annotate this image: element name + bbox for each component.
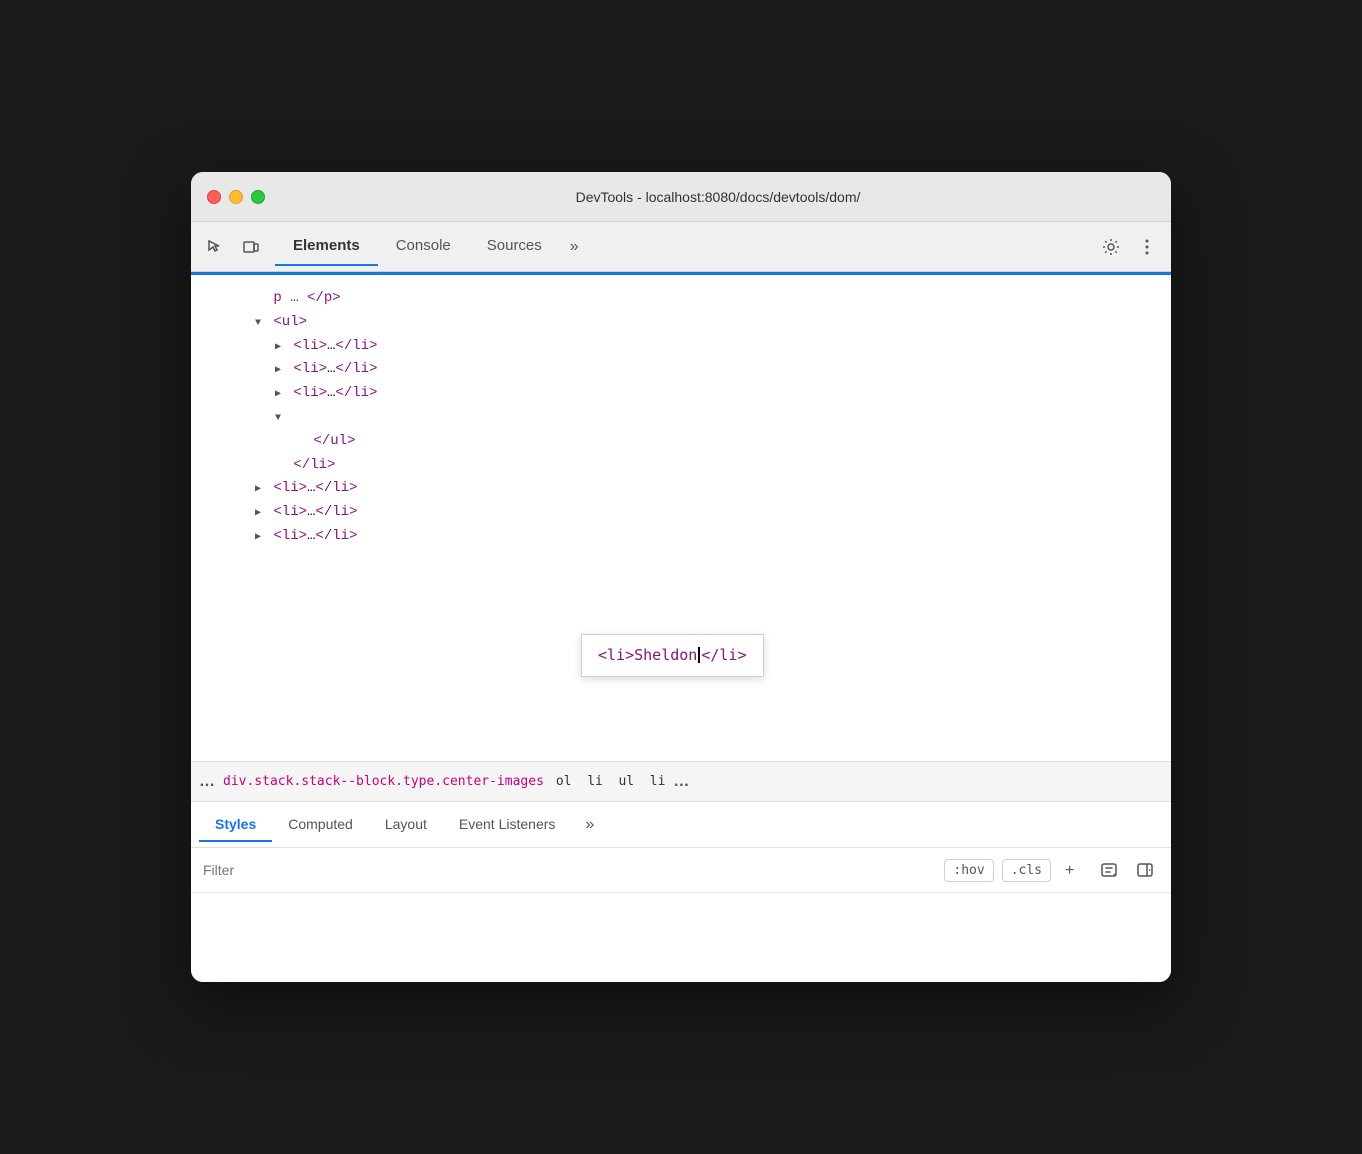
cls-button[interactable]: .cls	[1002, 859, 1051, 882]
dom-line-li-1[interactable]: ▶ <li>…</li>	[191, 335, 1171, 359]
devtools-toolbar: Elements Console Sources »	[191, 222, 1171, 272]
breadcrumb-sep-3	[609, 774, 613, 789]
breadcrumb-bar: … div.stack.stack--block.type.center-ima…	[191, 762, 1171, 802]
expand-triangle[interactable]: ▶	[271, 362, 285, 379]
hov-button[interactable]: :hov	[944, 859, 993, 882]
close-button[interactable]	[207, 190, 221, 204]
toolbar-icons	[199, 231, 267, 263]
dom-line-li-5[interactable]: ▶ <li>…</li>	[191, 477, 1171, 501]
device-icon[interactable]	[235, 231, 267, 263]
devtools-window: DevTools - localhost:8080/docs/devtools/…	[191, 172, 1171, 982]
dom-line-close-ul: </ul>	[191, 430, 1171, 454]
styles-more-tabs[interactable]: »	[575, 808, 604, 842]
expand-triangle[interactable]: ▶	[251, 481, 265, 498]
breadcrumb-dots[interactable]: …	[199, 773, 215, 791]
tab-computed[interactable]: Computed	[272, 808, 369, 842]
toggle-sidebar-button[interactable]	[1131, 856, 1159, 884]
dom-line-li-3[interactable]: ▶ <li>…</li>	[191, 382, 1171, 406]
toolbar-right	[1095, 231, 1163, 263]
tab-event-listeners[interactable]: Event Listeners	[443, 808, 572, 842]
settings-icon[interactable]	[1095, 231, 1127, 263]
breadcrumb-ul[interactable]: ul	[618, 774, 634, 789]
tab-styles[interactable]: Styles	[199, 808, 272, 842]
inline-editor[interactable]: <li>Sheldon</li>	[581, 634, 764, 678]
expand-triangle[interactable]: ▶	[251, 529, 265, 546]
styles-tabs: Styles Computed Layout Event Listeners »	[191, 802, 1171, 848]
filter-bar: :hov .cls +	[191, 848, 1171, 893]
breadcrumb-li[interactable]: li	[587, 774, 603, 789]
dom-line-p[interactable]: p … </p>	[191, 287, 1171, 311]
dom-line-ul[interactable]: ▼ <ul>	[191, 311, 1171, 335]
dom-line-li-2[interactable]: ▶ <li>…</li>	[191, 358, 1171, 382]
window-title: DevTools - localhost:8080/docs/devtools/…	[281, 189, 1155, 205]
expand-triangle[interactable]: ▶	[271, 339, 285, 356]
dom-line-li-7[interactable]: ▶ <li>…</li>	[191, 525, 1171, 549]
tab-sources[interactable]: Sources	[469, 227, 560, 266]
breadcrumb-more[interactable]: …	[673, 773, 689, 791]
expand-triangle[interactable]: ▶	[271, 386, 285, 403]
breadcrumb-li-2[interactable]: li	[650, 774, 666, 789]
add-style-button[interactable]: +	[1059, 856, 1087, 884]
expand-triangle[interactable]: ▶	[251, 505, 265, 522]
more-options-icon[interactable]	[1131, 231, 1163, 263]
breadcrumb-sep-4	[640, 774, 644, 789]
dom-tree: p … </p> ▼ <ul> ▶ <li>…</li> ▶ <li>…</li…	[191, 272, 1171, 762]
expand-triangle-active[interactable]: ▼	[271, 410, 285, 427]
title-bar: DevTools - localhost:8080/docs/devtools/…	[191, 172, 1171, 222]
new-style-rule-button[interactable]	[1095, 856, 1123, 884]
maximize-button[interactable]	[251, 190, 265, 204]
minimize-button[interactable]	[229, 190, 243, 204]
dom-line-li-4-active[interactable]: ▼ <li>Sheldon</li>	[191, 406, 1171, 430]
tab-console[interactable]: Console	[378, 227, 469, 266]
breadcrumb-sep-2	[578, 774, 582, 789]
collapse-triangle[interactable]: ▼	[251, 315, 265, 332]
styles-panel: Styles Computed Layout Event Listeners »…	[191, 802, 1171, 982]
inspect-icon[interactable]	[199, 231, 231, 263]
tab-layout[interactable]: Layout	[369, 808, 443, 842]
dom-line-li-6[interactable]: ▶ <li>…</li>	[191, 501, 1171, 525]
more-tabs-button[interactable]: »	[560, 230, 589, 264]
filter-input[interactable]	[203, 862, 936, 878]
traffic-lights	[207, 190, 265, 204]
tab-elements[interactable]: Elements	[275, 227, 378, 266]
svg-text:+: +	[1065, 862, 1074, 878]
breadcrumb-path[interactable]: div.stack.stack--block.type.center-image…	[223, 774, 544, 789]
dom-line-close-li: </li>	[191, 454, 1171, 478]
devtools-tabs: Elements Console Sources »	[275, 227, 1095, 266]
breadcrumb-ol[interactable]: ol	[556, 774, 572, 789]
